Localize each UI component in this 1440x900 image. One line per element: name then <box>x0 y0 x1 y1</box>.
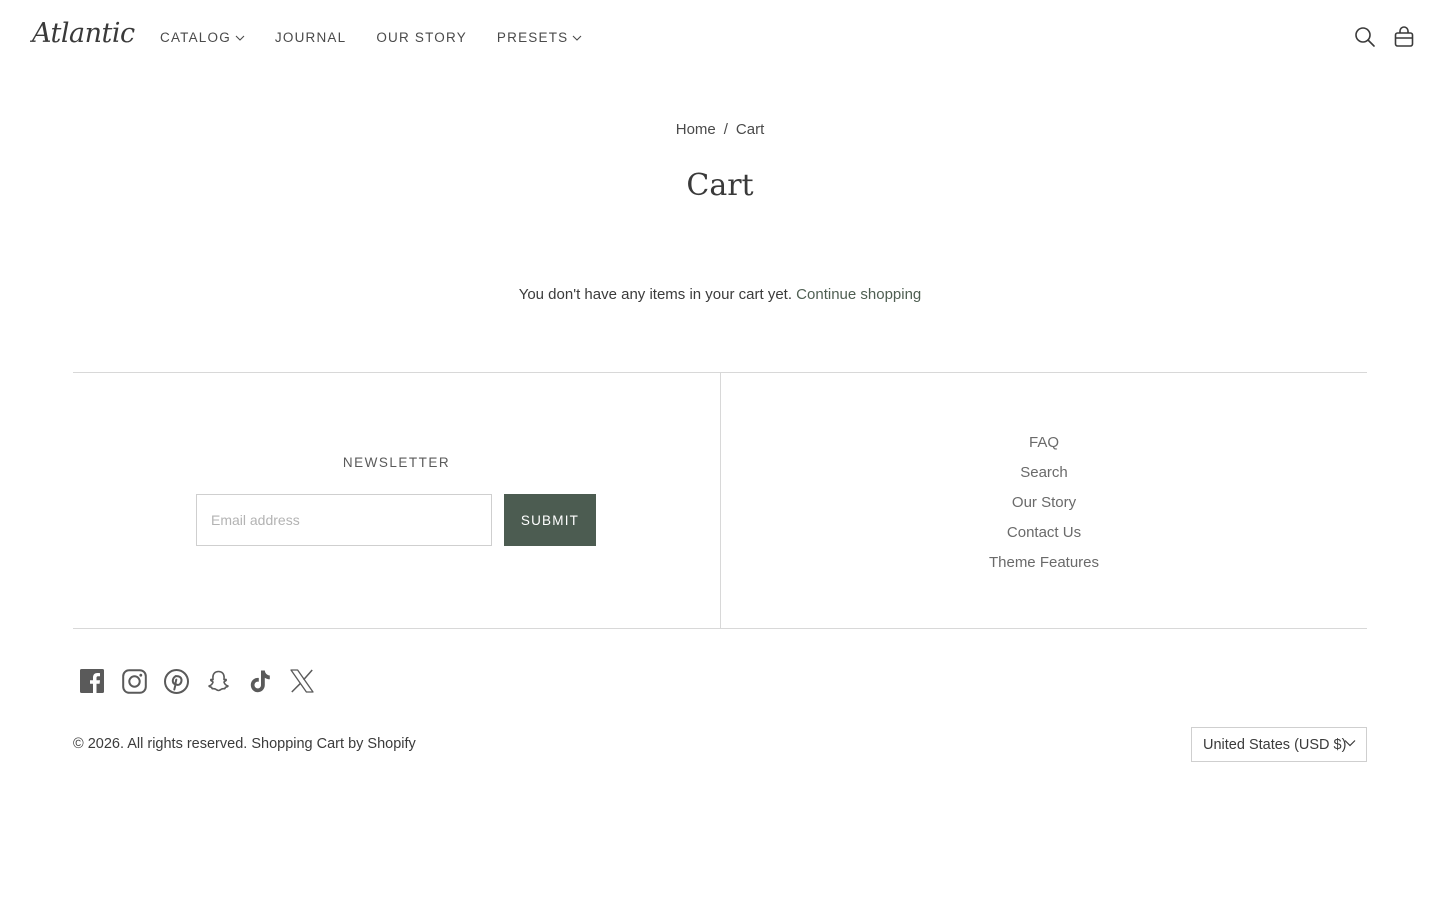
currency-selected: United States (USD $) <box>1203 736 1347 753</box>
currency-selector[interactable]: United States (USD $) <box>1191 727 1367 762</box>
empty-cart-text: You don't have any items in your cart ye… <box>518 286 792 303</box>
shopify-link[interactable]: Shopping Cart by Shopify <box>251 736 415 752</box>
continue-shopping-link[interactable]: Continue shopping <box>796 286 921 303</box>
instagram-icon[interactable] <box>121 667 147 695</box>
chevron-down-icon <box>1344 739 1356 747</box>
social-links <box>79 667 331 695</box>
header-actions <box>1336 26 1414 48</box>
nav-item-label: OUR STORY <box>376 30 467 45</box>
breadcrumb-home[interactable]: Home <box>676 121 716 138</box>
facebook-icon[interactable] <box>79 667 105 695</box>
nav-item-label: CATALOG <box>160 30 231 45</box>
x-icon[interactable] <box>289 667 315 695</box>
nav-item-label: PRESETS <box>496 30 569 45</box>
nav-item-journal[interactable]: JOURNAL <box>275 30 346 45</box>
newsletter-submit-button[interactable]: SUBMIT <box>504 494 596 546</box>
footer-link-theme-features[interactable]: Theme Features <box>721 548 1367 578</box>
footer-links: FAQ Search Our Story Contact Us Theme Fe… <box>721 428 1367 578</box>
nav-item-our-story[interactable]: OUR STORY <box>376 30 467 45</box>
snapchat-icon[interactable] <box>205 667 231 695</box>
newsletter-email-input[interactable] <box>196 494 492 546</box>
chevron-down-icon <box>235 35 245 41</box>
breadcrumb: Home / Cart <box>0 121 1440 138</box>
footer-link-faq[interactable]: FAQ <box>721 428 1367 458</box>
newsletter-title: NEWSLETTER <box>342 455 451 470</box>
footer-panel: NEWSLETTER SUBMIT FAQ Search Our Story C… <box>73 372 1367 629</box>
bag-icon[interactable] <box>1394 26 1414 48</box>
footer-link-our-story[interactable]: Our Story <box>721 488 1367 518</box>
main-nav: CATALOG JOURNAL OUR STORY PRESETS <box>160 30 612 45</box>
footer-link-contact-us[interactable]: Contact Us <box>721 518 1367 548</box>
nav-item-presets[interactable]: PRESETS <box>497 30 582 45</box>
site-header: Atlantic CATALOG JOURNAL OUR STORY PRESE… <box>0 0 1440 76</box>
breadcrumb-separator: / <box>723 121 728 138</box>
tiktok-icon[interactable] <box>247 667 273 695</box>
copyright: © 2026. All rights reserved. Shopping Ca… <box>73 736 416 752</box>
empty-cart-message: You don't have any items in your cart ye… <box>0 286 1440 303</box>
nav-item-label: JOURNAL <box>274 30 347 45</box>
search-icon[interactable] <box>1354 26 1376 48</box>
pinterest-icon[interactable] <box>163 667 189 695</box>
page-title: Cart <box>686 168 754 203</box>
breadcrumb-current: Cart <box>735 121 765 138</box>
copyright-text: © 2026. All rights reserved. <box>73 736 248 752</box>
footer-link-search[interactable]: Search <box>721 458 1367 488</box>
logo[interactable]: Atlantic <box>32 18 135 49</box>
nav-item-catalog[interactable]: CATALOG <box>160 30 245 45</box>
chevron-down-icon <box>572 35 582 41</box>
